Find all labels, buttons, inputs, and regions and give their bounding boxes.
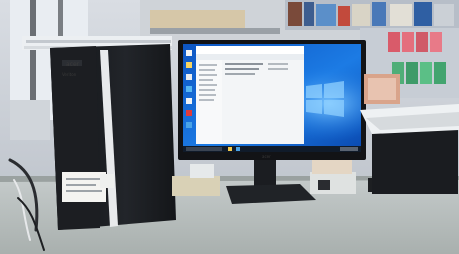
tower-model-text: Veriton bbox=[62, 72, 77, 77]
monitor-brand-text: acer bbox=[262, 154, 271, 159]
photo-scene: acer Veriton acer bbox=[0, 0, 459, 254]
explorer-window bbox=[196, 46, 304, 144]
computer-tower: acer Veriton bbox=[50, 44, 176, 230]
monitor: acer bbox=[178, 40, 366, 160]
tower-sticker bbox=[62, 172, 106, 202]
tower-brand-text: acer bbox=[66, 61, 80, 68]
